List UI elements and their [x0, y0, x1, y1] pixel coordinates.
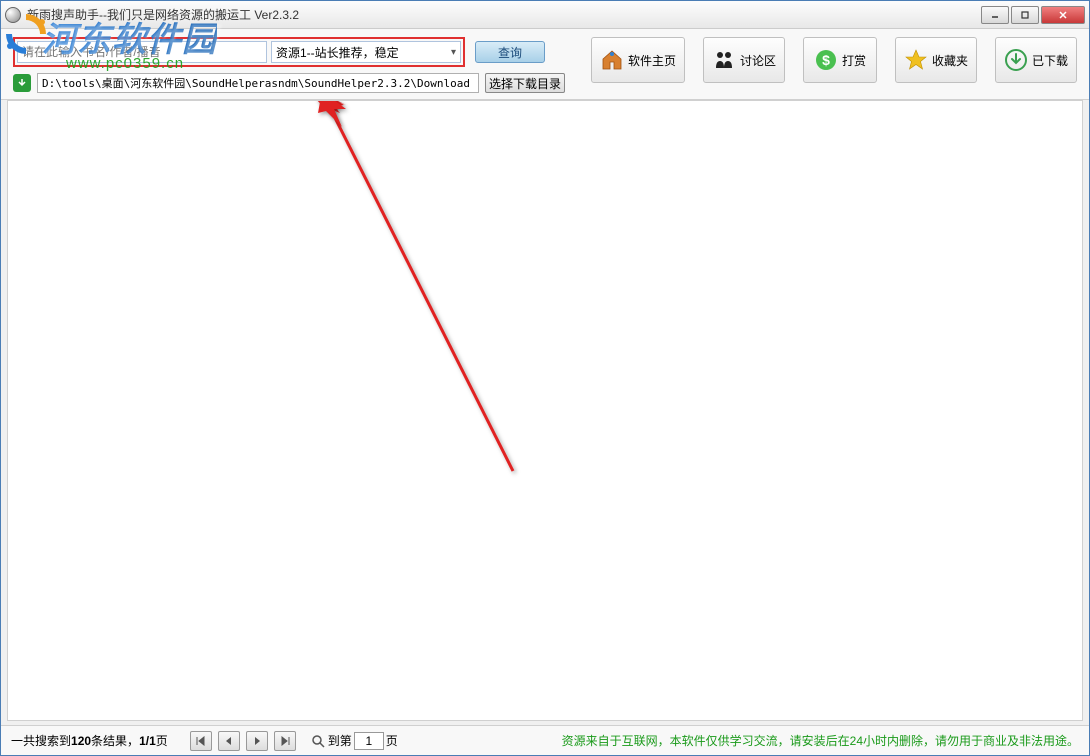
- star-icon: [904, 48, 928, 72]
- maximize-button[interactable]: [1011, 6, 1039, 24]
- close-icon: [1057, 9, 1069, 21]
- page-number-input[interactable]: [354, 732, 384, 750]
- nav-home-button[interactable]: 软件主页: [591, 37, 685, 83]
- download-path-input[interactable]: [37, 73, 479, 93]
- choose-directory-button[interactable]: 选择下载目录: [485, 73, 565, 93]
- annotation-arrow: [8, 101, 608, 601]
- disclaimer-text: 资源来自于互联网，本软件仅供学习交流，请安装后在24小时内删除，请勿用于商业及非…: [562, 732, 1079, 749]
- nav-home-label: 软件主页: [628, 52, 676, 69]
- maximize-icon: [1020, 10, 1030, 20]
- nav-downloaded-button[interactable]: 已下载: [995, 37, 1077, 83]
- people-icon: [712, 48, 736, 72]
- home-icon: [600, 48, 624, 72]
- close-button[interactable]: [1041, 6, 1085, 24]
- next-page-icon: [252, 736, 262, 746]
- window-title: 新雨搜声助手--我们只是网络资源的搬运工 Ver2.3.2: [27, 6, 981, 23]
- last-page-icon: [279, 736, 291, 746]
- nav-donate-label: 打赏: [842, 52, 866, 69]
- titlebar[interactable]: 新雨搜声助手--我们只是网络资源的搬运工 Ver2.3.2: [1, 1, 1089, 29]
- next-page-button[interactable]: [246, 731, 268, 751]
- svg-text:$: $: [822, 52, 830, 68]
- source-selected-label: 资源1--站长推荐，稳定: [276, 44, 399, 61]
- download-folder-icon: [13, 74, 31, 92]
- minimize-icon: [990, 10, 1000, 20]
- prev-page-icon: [224, 736, 234, 746]
- nav-downloaded-label: 已下载: [1032, 52, 1068, 69]
- first-page-button[interactable]: [190, 731, 212, 751]
- prev-page-button[interactable]: [218, 731, 240, 751]
- dollar-icon: $: [814, 48, 838, 72]
- toolbar: 资源1--站长推荐，稳定 查询 软件主页 讨论区 $: [1, 29, 1089, 100]
- nav-donate-button[interactable]: $ 打赏: [803, 37, 877, 83]
- nav-buttons: 软件主页 讨论区 $ 打赏 收藏夹: [591, 37, 1077, 83]
- nav-favorites-label: 收藏夹: [932, 52, 968, 69]
- minimize-button[interactable]: [981, 6, 1009, 24]
- last-page-button[interactable]: [274, 731, 296, 751]
- app-window: 新雨搜声助手--我们只是网络资源的搬运工 Ver2.3.2 资源1--站长推荐，…: [0, 0, 1090, 756]
- app-icon: [5, 7, 21, 23]
- results-area: [7, 100, 1083, 721]
- nav-forum-label: 讨论区: [740, 52, 776, 69]
- nav-forum-button[interactable]: 讨论区: [703, 37, 785, 83]
- source-dropdown[interactable]: 资源1--站长推荐，稳定: [271, 41, 461, 63]
- query-button[interactable]: 查询: [475, 41, 545, 63]
- download-icon: [1004, 48, 1028, 72]
- nav-favorites-button[interactable]: 收藏夹: [895, 37, 977, 83]
- statusbar: 一共搜索到120条结果，1/1页 到第 页 资源来自于互联网，本软件仅供学习交流…: [1, 725, 1089, 755]
- window-controls: [981, 6, 1085, 24]
- search-highlight: 资源1--站长推荐，稳定: [13, 37, 465, 67]
- search-input[interactable]: [17, 41, 267, 63]
- results-count: 一共搜索到120条结果，1/1页: [11, 732, 168, 749]
- search-icon: [310, 733, 326, 749]
- first-page-icon: [195, 736, 207, 746]
- goto-page: 到第 页: [310, 732, 398, 750]
